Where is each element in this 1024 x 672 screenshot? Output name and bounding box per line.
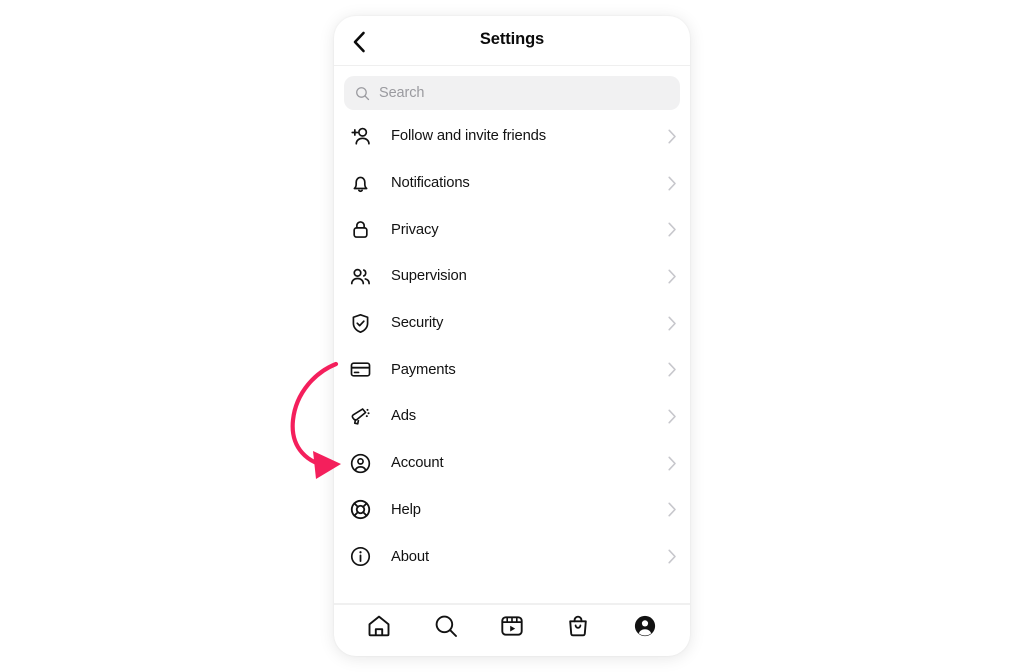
chevron-right-icon: [664, 409, 680, 424]
people-icon: [348, 264, 372, 288]
settings-row-supervision[interactable]: Supervision: [334, 253, 690, 300]
search-section: Search: [334, 66, 690, 110]
settings-row-account[interactable]: Account: [334, 440, 690, 487]
page-title: Settings: [479, 30, 545, 48]
nav-item-home[interactable]: [356, 609, 402, 649]
settings-row-privacy[interactable]: Privacy: [334, 206, 690, 253]
lock-icon: [348, 218, 372, 242]
credit-card-icon: [348, 358, 372, 382]
chevron-right-icon: [664, 502, 680, 517]
settings-row-label: About: [391, 548, 429, 565]
settings-row-payments[interactable]: Payments: [334, 346, 690, 393]
shield-check-icon: [348, 311, 372, 335]
profile-filled-icon: [632, 613, 658, 644]
chevron-right-icon: [664, 222, 680, 237]
screen-root: Settings Search Follow and invite friend…: [0, 0, 1024, 672]
person-add-icon: [348, 124, 372, 148]
settings-row-label: Ads: [391, 408, 417, 425]
nav-item-profile[interactable]: [622, 609, 668, 649]
nav-item-shop[interactable]: [555, 609, 601, 649]
settings-row-label: Follow and invite friends: [391, 128, 546, 145]
chevron-right-icon: [664, 176, 680, 191]
settings-row-label: Help: [391, 501, 421, 518]
chevron-right-icon: [664, 269, 680, 284]
bottom-navigation-bar: [334, 604, 690, 656]
settings-phone-card: Settings Search Follow and invite friend…: [334, 16, 690, 656]
settings-row-label: Security: [391, 315, 444, 332]
settings-row-help[interactable]: Help: [334, 487, 690, 534]
chevron-right-icon: [664, 316, 680, 331]
settings-row-about[interactable]: About: [334, 533, 690, 580]
settings-row-notifications[interactable]: Notifications: [334, 160, 690, 207]
chevron-right-icon: [664, 129, 680, 144]
chevron-right-icon: [664, 549, 680, 564]
settings-row-label: Privacy: [391, 221, 439, 238]
chevron-right-icon: [664, 362, 680, 377]
search-placeholder: Search: [379, 85, 425, 101]
home-icon: [366, 613, 392, 644]
reels-icon: [499, 613, 525, 644]
nav-item-reels[interactable]: [489, 609, 535, 649]
bell-icon: [348, 171, 372, 195]
settings-row-label: Notifications: [391, 175, 470, 192]
nav-item-search[interactable]: [423, 609, 469, 649]
settings-row-label: Account: [391, 455, 444, 472]
settings-row-label: Supervision: [391, 268, 467, 285]
info-circle-icon: [348, 545, 372, 569]
account-circle-icon: [348, 451, 372, 475]
megaphone-icon: [348, 404, 372, 428]
shop-bag-icon: [565, 613, 591, 644]
settings-row-security[interactable]: Security: [334, 300, 690, 347]
settings-row-ads[interactable]: Ads: [334, 393, 690, 440]
settings-row-label: Payments: [391, 361, 456, 378]
chevron-right-icon: [664, 456, 680, 471]
search-icon: [355, 86, 370, 101]
settings-list: Follow and invite friends Notifications: [334, 110, 690, 604]
lifebuoy-icon: [348, 498, 372, 522]
settings-row-follow-and-invite-friends[interactable]: Follow and invite friends: [334, 113, 690, 160]
search-icon: [433, 613, 459, 644]
header-bar: Settings: [334, 16, 690, 66]
search-input[interactable]: Search: [344, 76, 680, 110]
